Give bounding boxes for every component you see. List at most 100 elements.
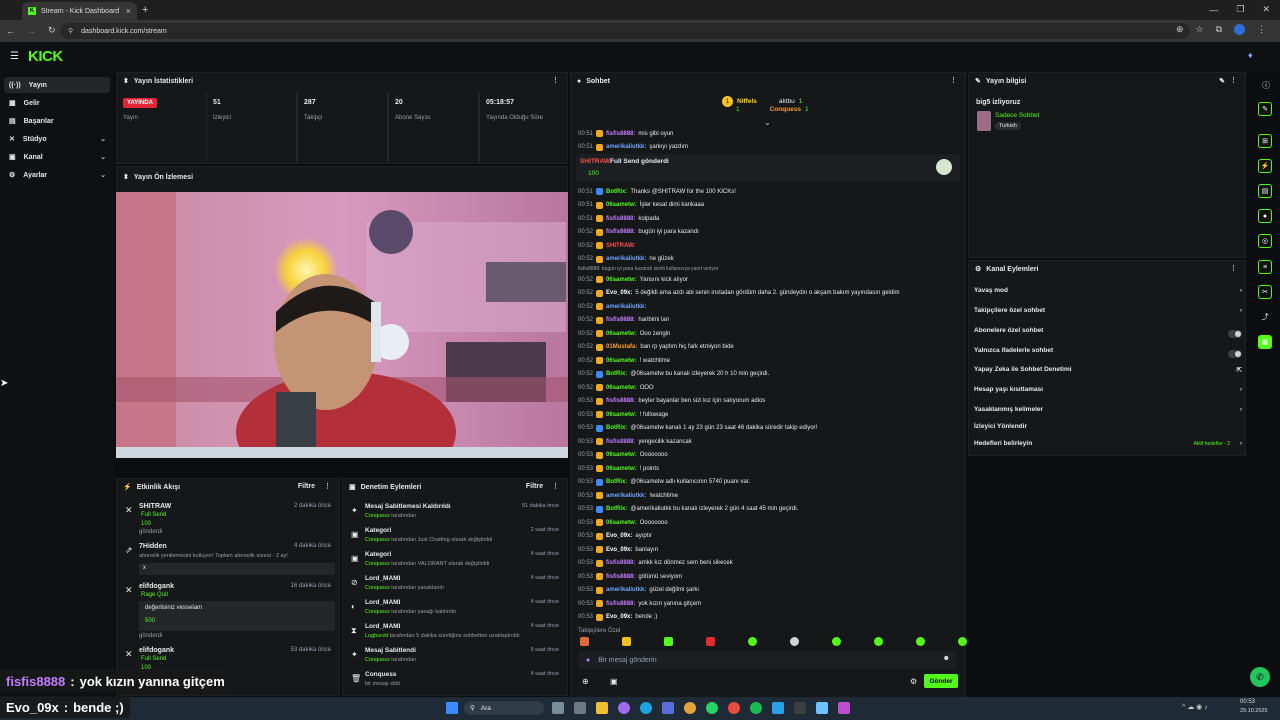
chat-message[interactable]: 00:52 06sametw: OOO	[578, 382, 654, 393]
chat-tools-icon[interactable]: ⊕	[582, 677, 589, 686]
sidebar-item-yayin[interactable]: ((·)) Yayın	[4, 77, 110, 93]
app-icon[interactable]	[574, 702, 586, 714]
sidebar-item-ayarlar[interactable]: ⚙ Ayarlar ⌄	[4, 167, 110, 183]
chat-message[interactable]: 00:53 06sametw: Oooooooo	[578, 517, 668, 528]
chat-username[interactable]: fisfis8888:	[606, 317, 635, 323]
chat-message[interactable]: 00:53 fisfis8888: amkk kız dönmez sem beni…	[578, 558, 733, 569]
chat-username[interactable]: 06sametw:	[606, 466, 637, 472]
chat-username[interactable]: 06sametw:	[606, 358, 637, 364]
channel-action-item[interactable]: Yavaş mod ›	[974, 287, 1246, 301]
info-icon[interactable]: ⓘ	[1262, 80, 1270, 91]
send-button[interactable]: Gönder	[924, 674, 958, 688]
chat-message[interactable]: 00:53 06sametw:! points	[578, 463, 659, 474]
chat-username[interactable]: BotRix:	[606, 479, 627, 485]
chat-message[interactable]: 00:53 fisfis8888: götümü seviyom	[578, 571, 682, 582]
chat-username[interactable]: fisfis8888:	[606, 439, 635, 445]
emote-icon[interactable]	[580, 637, 589, 646]
stream-preview-video[interactable]	[116, 192, 568, 458]
app-icon[interactable]	[838, 702, 850, 714]
channel-action-item[interactable]: İzleyici Yönlendir	[974, 423, 1246, 437]
more-options-icon[interactable]: ⋮	[1230, 76, 1237, 84]
copilot-icon[interactable]	[618, 702, 630, 714]
chat-message[interactable]: 00:51 06sametw: İşler kesat dimi kankaaa	[578, 200, 704, 211]
chat-message[interactable]: 00:52 06sametw: Ooo zengin	[578, 328, 670, 339]
chat-username[interactable]: amerikaliutkk:	[606, 256, 646, 262]
chat-message[interactable]: 00:53 06sametw:! followage	[578, 409, 668, 420]
chrome-icon[interactable]	[684, 702, 696, 714]
edge-icon[interactable]	[640, 702, 652, 714]
zoom-icon[interactable]: ⊕	[1176, 24, 1184, 35]
rail-doc-icon[interactable]: ▤	[1258, 184, 1272, 198]
chat-username[interactable]: 06sametw:	[606, 452, 637, 458]
chat-username[interactable]: 06sametw:	[606, 202, 637, 208]
chat-username[interactable]: Evo_09x:	[606, 614, 632, 620]
sidebar-item-basarilar[interactable]: ▤ Başarılar	[4, 113, 110, 129]
chat-username[interactable]: fisfis8888:	[606, 398, 635, 404]
chat-username[interactable]: 06sametw:	[606, 331, 637, 337]
chat-message[interactable]: 00:53 BotRix: @amerikaliutkk bu kanalı izl…	[578, 504, 798, 515]
chat-message[interactable]: 00:52 01Mustafa: ban rp yaptım hiç fark et…	[578, 342, 734, 353]
sidebar-item-gelir[interactable]: ▦ Gelir	[4, 95, 110, 111]
chat-message[interactable]: 00:53 06sametw: Oooooooo	[578, 450, 668, 461]
chat-message[interactable]: 00:51 BotRix: Thanks @SHITRAW for the 100 …	[578, 186, 736, 197]
more-options-icon[interactable]: ⋮	[552, 482, 559, 490]
more-options-icon[interactable]: ⋮	[324, 482, 331, 490]
channel-action-item[interactable]: Yapay Zeka ile Sohbet Denetimi ⇱	[974, 366, 1246, 380]
emote-icon[interactable]	[622, 637, 631, 646]
chat-username[interactable]: amerikaliutkk:	[606, 304, 646, 310]
bookmark-star-icon[interactable]: ☆	[1196, 24, 1204, 35]
chat-message[interactable]: 00:52 fisfis8888: bugün iyi para kazandı	[578, 227, 699, 238]
chat-username[interactable]: BotRix:	[606, 189, 627, 195]
windows-start-icon[interactable]	[446, 702, 458, 714]
minimize-button[interactable]: —	[1209, 5, 1218, 15]
chat-message[interactable]: 00:53 amerikaliutkk: !watchtime	[578, 490, 678, 501]
chat-message[interactable]: 00:52 fisfis8888: haribimi lan	[578, 315, 669, 326]
chat-message[interactable]: 00:52 06sametw:! watchtime	[578, 355, 670, 366]
extensions-icon[interactable]: ⧉	[1216, 24, 1222, 35]
kick-logo[interactable]: KICK	[28, 48, 63, 65]
toggle-switch[interactable]	[1228, 330, 1242, 338]
close-tab-icon[interactable]: ×	[126, 6, 131, 16]
sidebar-item-kanal[interactable]: ▣ Kanal ⌄	[4, 149, 110, 165]
profile-avatar[interactable]	[1234, 24, 1246, 35]
filter-button[interactable]: Filtre	[526, 483, 543, 490]
whatsapp-icon[interactable]	[706, 702, 718, 714]
chat-message[interactable]: 00:52 amerikaliutkk:	[578, 301, 649, 312]
chat-message[interactable]: 00:52 06sametw: Yansını kick alıyor	[578, 274, 688, 285]
taskbar-search[interactable]: ⚲ Ara	[464, 701, 544, 715]
emote-icon[interactable]	[832, 637, 841, 646]
chat-message[interactable]: 00:53 Evo_09x: bende ;)	[578, 612, 657, 623]
chat-username[interactable]: amerikaliutkk:	[606, 587, 646, 593]
emoji-icon[interactable]: ☻	[943, 655, 950, 662]
chat-username[interactable]: 06sametw:	[606, 412, 637, 418]
chat-message[interactable]: 00:53 Evo_09x: ayıptır	[578, 531, 652, 542]
chat-shop-icon[interactable]: ▣	[610, 677, 618, 686]
more-options-icon[interactable]: ⋮	[950, 76, 957, 84]
category-name[interactable]: Sadece Sohbet	[995, 112, 1039, 119]
chat-username[interactable]: fisfis8888:	[606, 216, 635, 222]
chat-message[interactable]: 00:53 Evo_09x: banlayın	[578, 544, 658, 555]
url-field[interactable]: ⚲ dashboard.kick.com/stream	[60, 23, 1190, 39]
chat-username[interactable]: BotRix:	[606, 506, 627, 512]
store-icon[interactable]	[662, 702, 674, 714]
chrome-active-icon[interactable]	[728, 702, 740, 714]
sidebar-item-studyo[interactable]: ✕ Stüdyo ⌄	[4, 131, 110, 147]
channel-action-item[interactable]: Hedefleri belirleyin › Aktif hedefler - 2	[974, 440, 1246, 454]
chat-username[interactable]: fisfis8888:	[606, 574, 635, 580]
rail-chat-icon[interactable]: ●	[1258, 209, 1272, 223]
chat-username[interactable]: fisfis8888:	[606, 131, 635, 137]
chat-username[interactable]: 06sametw:	[606, 520, 637, 526]
notification-icon[interactable]: ♦	[1248, 50, 1253, 60]
chat-username[interactable]: 06sametw:	[606, 385, 637, 391]
chat-message[interactable]: 00:53 fisfis8888: yok kızın yanına gitçem	[578, 598, 701, 609]
chat-username[interactable]: Evo_09x:	[606, 547, 632, 553]
chat-message[interactable]: 00:51 fisfis8888: kolpada	[578, 213, 659, 224]
new-tab-button[interactable]: +	[142, 4, 148, 16]
system-tray-icons[interactable]: ^ ☁ ◉ ♪	[1182, 703, 1208, 711]
channel-action-item[interactable]: Takipçilere özel sohbet ›	[974, 307, 1246, 321]
forward-icon[interactable]: →	[27, 26, 36, 36]
emote-icon[interactable]	[706, 637, 715, 646]
reload-icon[interactable]: ↻	[48, 25, 56, 36]
rail-bolt-icon[interactable]: ⚡	[1258, 159, 1272, 173]
chat-message[interactable]: 00:53 amerikaliutkk: güzel değilmi şarkı	[578, 585, 699, 596]
